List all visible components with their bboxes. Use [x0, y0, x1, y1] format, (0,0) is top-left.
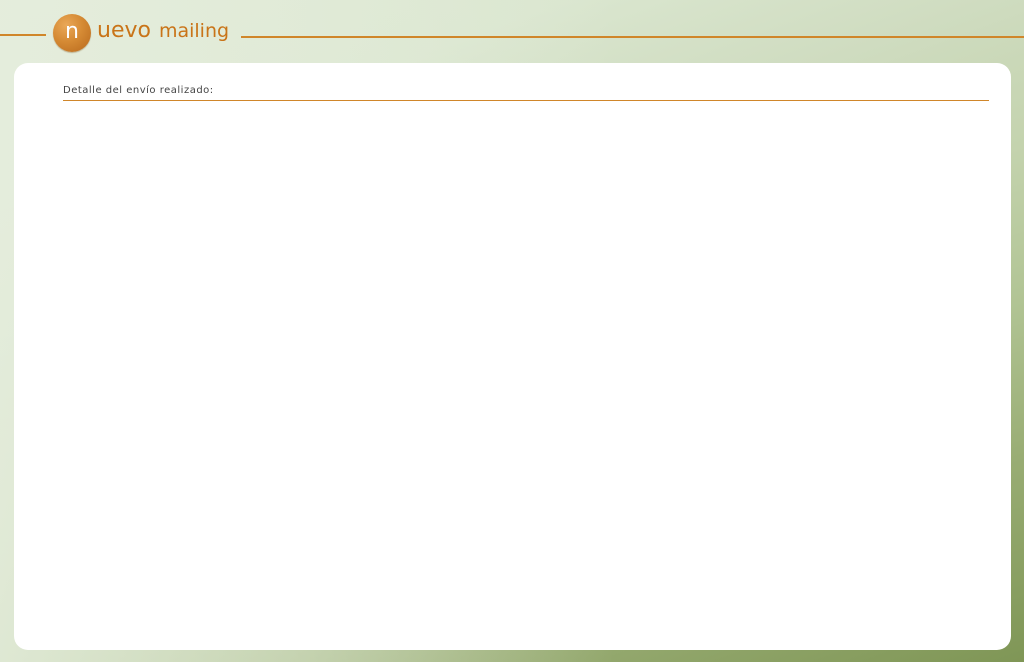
- section-divider: [63, 100, 989, 101]
- page-header: n uevo mailing: [0, 0, 1024, 62]
- page-title-word-1: uevo: [97, 18, 151, 43]
- header-divider-right: [241, 36, 1024, 38]
- logo-badge: n: [53, 14, 91, 52]
- page-title: uevo mailing: [97, 18, 229, 43]
- page-title-word-2: mailing: [158, 20, 230, 42]
- content-panel: Detalle del envío realizado:: [14, 63, 1011, 650]
- header-divider-left: [0, 34, 46, 36]
- section-title: Detalle del envío realizado:: [63, 85, 214, 96]
